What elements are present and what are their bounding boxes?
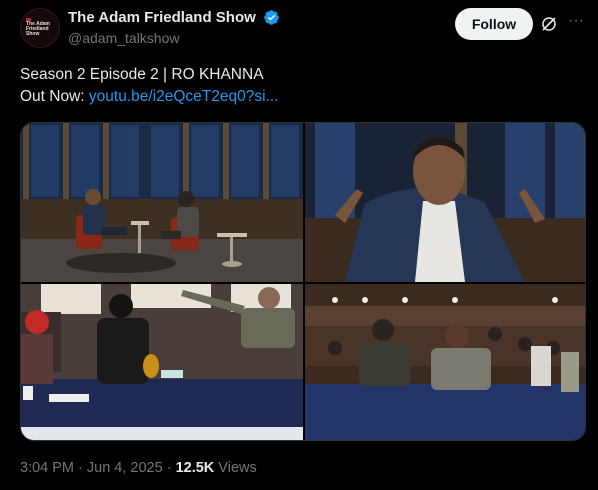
- meta-separator: ·: [162, 460, 176, 476]
- follow-button[interactable]: Follow: [455, 8, 533, 40]
- meta-separator: ·: [74, 460, 87, 476]
- media-photo-2[interactable]: [305, 123, 585, 282]
- avatar[interactable]: The Adam Friedland Show: [20, 8, 60, 48]
- media-photo-1[interactable]: [21, 123, 303, 282]
- avatar-logo-text: The Adam Friedland Show: [26, 21, 50, 37]
- media-grid: [20, 122, 586, 441]
- tweet-date[interactable]: Jun 4, 2025: [87, 460, 163, 476]
- tweet-line-1: Season 2 Episode 2 | RO KHANNA: [20, 66, 264, 83]
- verified-badge-icon: [264, 10, 280, 26]
- views-label: Views: [214, 460, 257, 476]
- handle[interactable]: @adam_talkshow: [68, 30, 180, 46]
- tweet-header: The Adam Friedland Show The Adam Friedla…: [20, 8, 584, 48]
- tweet-meta: 3:04 PM · Jun 4, 2025 · 12.5K Views: [20, 460, 257, 476]
- grok-icon[interactable]: [540, 15, 558, 33]
- views-count: 12.5K: [175, 460, 215, 476]
- more-horizontal-icon[interactable]: ···: [568, 12, 586, 32]
- tweet-text: Season 2 Episode 2 | RO KHANNA Out Now: …: [20, 64, 580, 108]
- tweet-time[interactable]: 3:04 PM: [20, 460, 74, 476]
- display-name[interactable]: The Adam Friedland Show: [68, 9, 256, 26]
- tweet-link[interactable]: youtu.be/i2eQceT2eq0?si...: [89, 88, 279, 105]
- display-name-row[interactable]: The Adam Friedland Show: [68, 9, 280, 27]
- tweet-line-2: Out Now: youtu.be/i2eQceT2eq0?si...: [20, 86, 580, 108]
- tweet-line-2-prefix: Out Now:: [20, 88, 89, 105]
- media-photo-4[interactable]: [305, 284, 585, 440]
- media-photo-3[interactable]: [21, 284, 303, 440]
